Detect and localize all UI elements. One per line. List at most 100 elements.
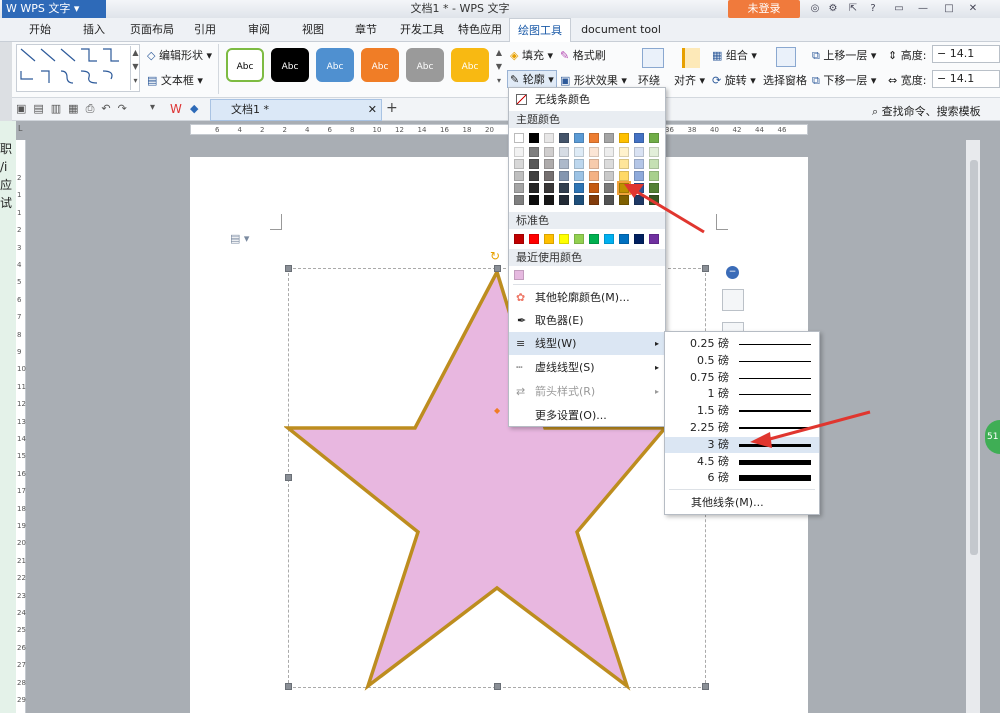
shape-style-sample[interactable]: Abc <box>361 48 399 82</box>
wps-logo-icon[interactable]: W <box>170 102 182 116</box>
tab-references[interactable]: 引用 <box>186 18 224 42</box>
style-gallery-scroll[interactable]: ▲ ▼ ▾ <box>494 46 504 90</box>
theme-color-swatch[interactable] <box>514 133 524 143</box>
vertical-ruler[interactable]: 2 1 1 2 3 4 5 6 7 8 9 10 11 12 13 14 15 16 17 18 19 20 21 22 23 2… <box>16 140 26 713</box>
shape-style-sample[interactable]: Abc <box>226 48 264 82</box>
theme-shade-swatch[interactable] <box>574 147 584 157</box>
horizontal-ruler[interactable]: 6422468101214161820222426283032343638404… <box>190 124 808 135</box>
document-tab[interactable]: 文档1 * ✕ <box>210 99 382 121</box>
theme-color-swatch[interactable] <box>574 133 584 143</box>
shape-style-sample[interactable]: Abc <box>406 48 444 82</box>
text-box-button[interactable]: ▤ 文本框 ▾ <box>147 72 203 88</box>
theme-shade-swatch[interactable] <box>589 159 599 169</box>
theme-shade-swatch[interactable] <box>514 171 524 181</box>
theme-shade-swatch[interactable] <box>544 147 554 157</box>
tab-view[interactable]: 视图 <box>294 18 332 42</box>
theme-shade-swatch[interactable] <box>619 159 629 169</box>
restore-icon[interactable]: — <box>916 2 930 16</box>
edit-shape-button[interactable]: ◇ 编辑形状 ▾ <box>147 47 212 63</box>
outline-button[interactable]: ✎ 轮廓 ▾ <box>507 70 557 88</box>
other-lines-item[interactable]: 其他线条(M)... <box>691 494 764 512</box>
theme-shade-swatch[interactable] <box>649 147 659 157</box>
paragraph-layout-icon[interactable]: ▤ ▾ <box>230 232 249 245</box>
group-button[interactable]: ▦ 组合 ▾ <box>712 47 757 63</box>
search-box[interactable]: ⌕ 查找命令、搜索模板 <box>872 103 981 119</box>
resize-handle[interactable] <box>702 683 709 690</box>
theme-shade-swatch[interactable] <box>559 171 569 181</box>
tab-insert[interactable]: 插入 <box>72 18 116 42</box>
theme-shade-swatch[interactable] <box>574 183 584 193</box>
theme-color-swatch[interactable] <box>634 133 644 143</box>
tab-developer[interactable]: 开发工具 <box>396 18 448 42</box>
selection-pane-button[interactable]: 选择窗格 <box>763 72 807 88</box>
help-icon[interactable]: ? <box>866 2 880 16</box>
theme-color-swatch[interactable] <box>619 133 629 143</box>
shape-effects-button[interactable]: ▣ 形状效果 ▾ <box>560 72 627 88</box>
theme-shade-swatch[interactable] <box>529 147 539 157</box>
shape-style-sample[interactable]: Abc <box>451 48 489 82</box>
close-tab-icon[interactable]: ✕ <box>368 100 377 120</box>
rotate-handle-icon[interactable]: ↻ <box>490 249 500 263</box>
theme-color-swatch[interactable] <box>604 133 614 143</box>
theme-shade-swatch[interactable] <box>604 147 614 157</box>
standard-color-swatch[interactable] <box>574 234 584 244</box>
minimize-icon[interactable]: ▭ <box>892 2 906 16</box>
theme-shade-swatch[interactable] <box>604 159 614 169</box>
scroll-thumb[interactable] <box>970 160 978 555</box>
resize-handle[interactable] <box>285 683 292 690</box>
theme-shade-swatch[interactable] <box>574 171 584 181</box>
theme-shade-swatch[interactable] <box>559 147 569 157</box>
theme-shade-swatch[interactable] <box>514 159 524 169</box>
theme-shade-swatch[interactable] <box>544 183 554 193</box>
tab-section[interactable]: 章节 <box>346 18 386 42</box>
recent-color-swatch[interactable] <box>514 270 524 280</box>
share-icon[interactable]: ⇱ <box>846 2 860 16</box>
theme-shade-swatch[interactable] <box>634 147 644 157</box>
tab-page-layout[interactable]: 页面布局 <box>124 18 180 42</box>
theme-shade-swatch[interactable] <box>514 195 524 205</box>
align-button[interactable]: 对齐 ▾ <box>674 72 705 88</box>
theme-shade-swatch[interactable] <box>574 195 584 205</box>
theme-shade-swatch[interactable] <box>529 195 539 205</box>
standard-color-swatch[interactable] <box>559 234 569 244</box>
theme-shade-swatch[interactable] <box>514 183 524 193</box>
standard-color-swatch[interactable] <box>589 234 599 244</box>
standard-color-swatch[interactable] <box>514 234 524 244</box>
quick-access-icons[interactable]: ▣▤▥▦⎙↶↷ <box>16 102 134 116</box>
maximize-icon[interactable]: □ <box>942 2 956 16</box>
wrap-button[interactable]: 环绕 <box>638 72 660 88</box>
quick-access-dropdown-icon[interactable]: ▾ <box>150 102 155 113</box>
fill-button[interactable]: ◈ 填充 ▾ <box>510 47 553 63</box>
theme-shade-swatch[interactable] <box>559 183 569 193</box>
theme-shade-swatch[interactable] <box>529 171 539 181</box>
resize-handle[interactable] <box>285 265 292 272</box>
new-tab-icon[interactable]: + <box>386 100 398 116</box>
theme-shade-swatch[interactable] <box>574 159 584 169</box>
theme-shade-swatch[interactable] <box>619 147 629 157</box>
theme-shade-swatch[interactable] <box>589 147 599 157</box>
standard-color-swatch[interactable] <box>544 234 554 244</box>
theme-color-swatch[interactable] <box>649 133 659 143</box>
tab-drawing-tools[interactable]: 绘图工具 <box>509 18 571 42</box>
shape-gallery[interactable] <box>16 44 140 92</box>
theme-color-swatch[interactable] <box>559 133 569 143</box>
settings-icon[interactable]: ⚙ <box>826 2 840 16</box>
theme-shade-swatch[interactable] <box>634 159 644 169</box>
width-input[interactable]: − 14.1 <box>932 70 1000 88</box>
send-backward-button[interactable]: ⧉ 下移一层 ▾ <box>812 72 876 88</box>
theme-color-swatch[interactable] <box>589 133 599 143</box>
theme-shade-swatch[interactable] <box>529 183 539 193</box>
resize-handle[interactable] <box>285 474 292 481</box>
resize-handle[interactable] <box>494 683 501 690</box>
theme-shade-swatch[interactable] <box>589 195 599 205</box>
theme-shade-swatch[interactable] <box>514 147 524 157</box>
shape-style-sample[interactable]: Abc <box>271 48 309 82</box>
app-menu-button[interactable]: W WPS 文字 ▾ <box>2 0 106 18</box>
theme-shade-swatch[interactable] <box>559 195 569 205</box>
login-button[interactable]: 未登录 <box>728 0 800 18</box>
theme-shade-swatch[interactable] <box>589 171 599 181</box>
line-weight-option[interactable]: 4.5 磅 <box>665 454 819 470</box>
bring-forward-button[interactable]: ⧉ 上移一层 ▾ <box>812 47 876 63</box>
close-icon[interactable]: ✕ <box>966 2 980 16</box>
theme-shade-swatch[interactable] <box>529 159 539 169</box>
